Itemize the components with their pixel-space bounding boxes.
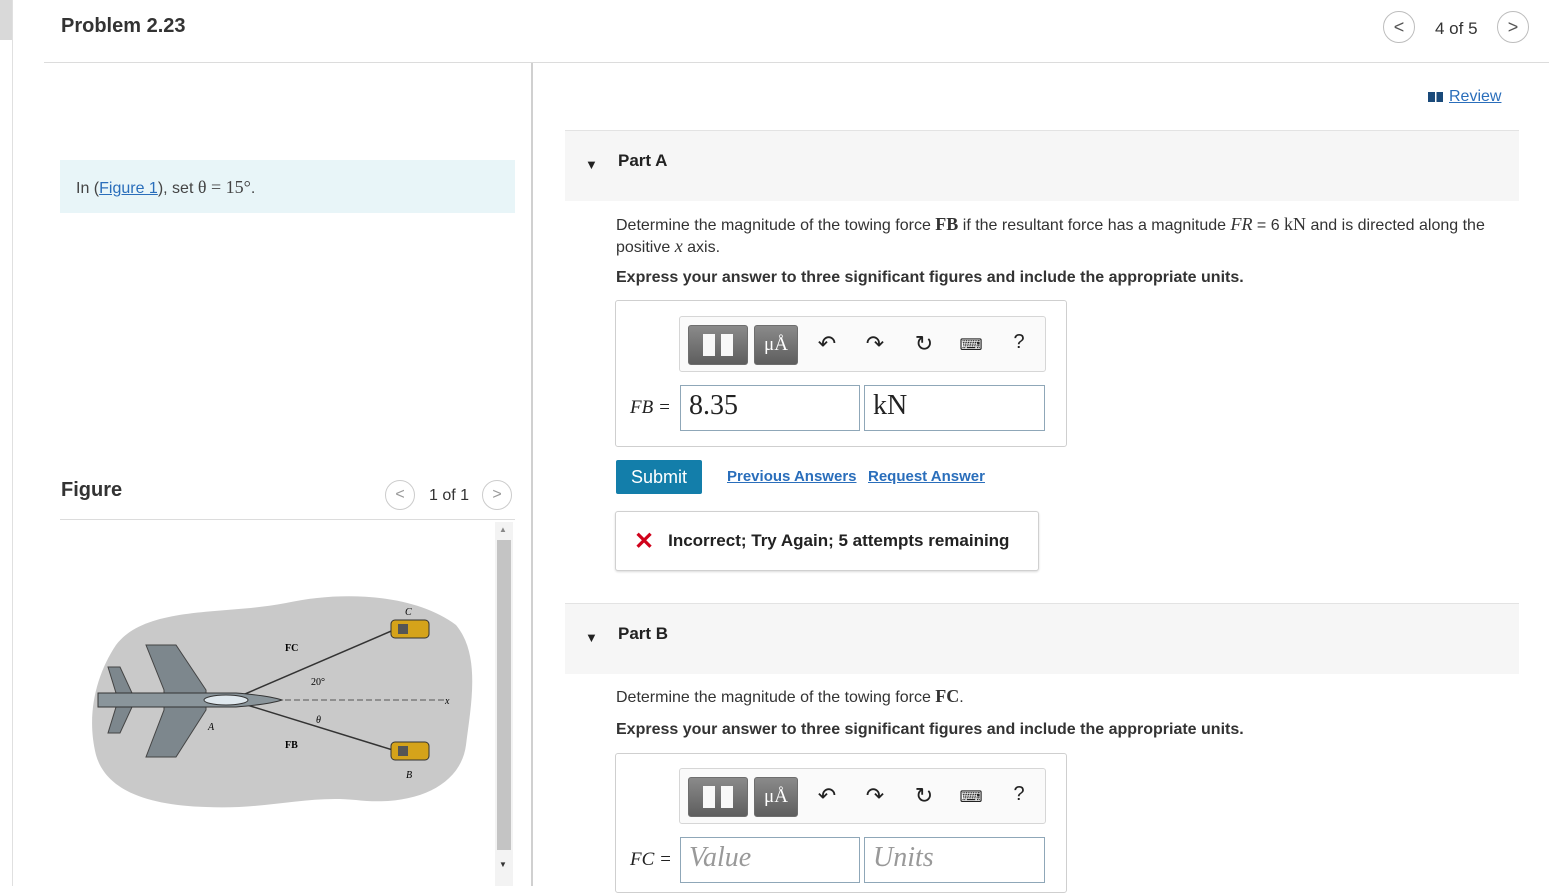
- left-edge-tab: [0, 0, 12, 40]
- keyboard-icon[interactable]: ⌨: [957, 335, 985, 355]
- redo-icon[interactable]: ↷: [861, 331, 889, 357]
- figure-heading: Figure: [61, 479, 123, 501]
- header-divider: [44, 62, 1549, 63]
- page-title: Problem 2.23: [61, 15, 186, 37]
- part-b-toolbar: μÅ ↶ ↷ ↻ ⌨ ?: [679, 768, 1046, 824]
- next-problem-button[interactable]: >: [1497, 11, 1529, 43]
- prev-problem-button[interactable]: <: [1383, 11, 1415, 43]
- label-fb: FB: [285, 740, 298, 751]
- chevron-right-icon: >: [492, 486, 502, 503]
- intro-text: In (: [76, 180, 100, 197]
- figure-counter: 1 of 1: [429, 487, 470, 504]
- pane-divider[interactable]: [531, 63, 533, 886]
- truck-b: [390, 741, 430, 761]
- jet-canopy: [203, 694, 249, 706]
- figure-prev-button[interactable]: <: [385, 480, 415, 510]
- chevron-right-icon: >: [1507, 16, 1519, 37]
- label-fc: FC: [285, 643, 298, 654]
- help-icon[interactable]: ?: [1005, 783, 1033, 806]
- collapse-triangle-icon[interactable]: ▼: [585, 157, 598, 172]
- figure-next-button[interactable]: >: [482, 480, 512, 510]
- review-link[interactable]: Review: [1428, 88, 1501, 106]
- symbols-button[interactable]: μÅ: [754, 325, 798, 365]
- towing-figure: FC FB 20° θ A B C x: [92, 596, 473, 808]
- label-a: A: [207, 722, 215, 733]
- feedback-box: ✕ Incorrect; Try Again; 5 attempts remai…: [615, 511, 1039, 571]
- help-icon[interactable]: ?: [1005, 331, 1033, 354]
- redo-icon[interactable]: ↷: [861, 783, 889, 809]
- book-icon: [1428, 92, 1443, 102]
- part-b-instructions: Express your answer to three significant…: [616, 721, 1244, 738]
- part-a-toolbar: μÅ ↶ ↷ ↻ ⌨ ?: [679, 316, 1046, 372]
- templates-button[interactable]: [688, 325, 748, 365]
- keyboard-icon[interactable]: ⌨: [957, 787, 985, 807]
- templates-button[interactable]: [688, 777, 748, 817]
- jet-fuselage: [97, 692, 284, 708]
- part-a-instructions: Express your answer to three significant…: [616, 269, 1244, 286]
- symbols-button[interactable]: μÅ: [754, 777, 798, 817]
- submit-button[interactable]: Submit: [616, 460, 702, 494]
- part-b-units-input[interactable]: Units: [864, 837, 1045, 883]
- template-icon: [703, 334, 733, 356]
- part-b-eq-label: FC =: [630, 849, 672, 870]
- request-answer-link[interactable]: Request Answer: [868, 468, 985, 485]
- part-b-header[interactable]: ▼ Part B: [565, 603, 1519, 674]
- label-c: C: [405, 607, 412, 618]
- review-label[interactable]: Review: [1449, 88, 1501, 106]
- truck-c-window: [398, 624, 408, 634]
- feedback-text: Incorrect; Try Again; 5 attempts remaini…: [668, 531, 1010, 550]
- part-a-question: Determine the magnitude of the towing fo…: [616, 214, 1485, 256]
- part-b-label: Part B: [618, 624, 669, 643]
- theta-value: θ = 15°: [197, 177, 251, 197]
- scrollbar-thumb[interactable]: [497, 540, 511, 850]
- truck-c: [390, 619, 430, 639]
- truck-b-window: [398, 746, 408, 756]
- label-x: x: [444, 696, 450, 707]
- part-a-eq-label: FB =: [630, 397, 671, 418]
- incorrect-x-icon: ✕: [634, 527, 655, 555]
- part-a-value-input[interactable]: 8.35: [680, 385, 860, 431]
- problem-intro: In (Figure 1), set θ = 15°.: [60, 160, 515, 213]
- chevron-left-icon: <: [395, 486, 405, 503]
- reset-icon[interactable]: ↻: [910, 783, 938, 809]
- undo-icon[interactable]: ↶: [813, 331, 841, 357]
- problem-counter: 4 of 5: [1435, 19, 1478, 38]
- left-edge-strip: [0, 0, 13, 886]
- figure-divider: [60, 519, 515, 520]
- figure-link[interactable]: Figure 1: [99, 180, 158, 197]
- undo-icon[interactable]: ↶: [813, 783, 841, 809]
- part-b-value-input[interactable]: Value: [680, 837, 860, 883]
- part-b-question: Determine the magnitude of the towing fo…: [616, 686, 964, 706]
- part-a-header[interactable]: ▼ Part A: [565, 130, 1519, 201]
- reset-icon[interactable]: ↻: [910, 331, 938, 357]
- scroll-down-icon[interactable]: ▼: [499, 860, 507, 869]
- collapse-triangle-icon[interactable]: ▼: [585, 630, 598, 645]
- chevron-left-icon: <: [1393, 16, 1405, 37]
- scroll-up-icon[interactable]: ▲: [499, 525, 507, 534]
- template-icon: [703, 786, 733, 808]
- part-a-label: Part A: [618, 151, 668, 170]
- label-angle-20: 20°: [311, 677, 325, 688]
- intro-text: .: [250, 180, 256, 197]
- intro-text: ), set: [157, 180, 198, 197]
- previous-answers-link[interactable]: Previous Answers: [727, 468, 857, 485]
- label-b: B: [406, 770, 412, 781]
- part-a-units-input[interactable]: kN: [864, 385, 1045, 431]
- label-theta: θ: [316, 715, 321, 726]
